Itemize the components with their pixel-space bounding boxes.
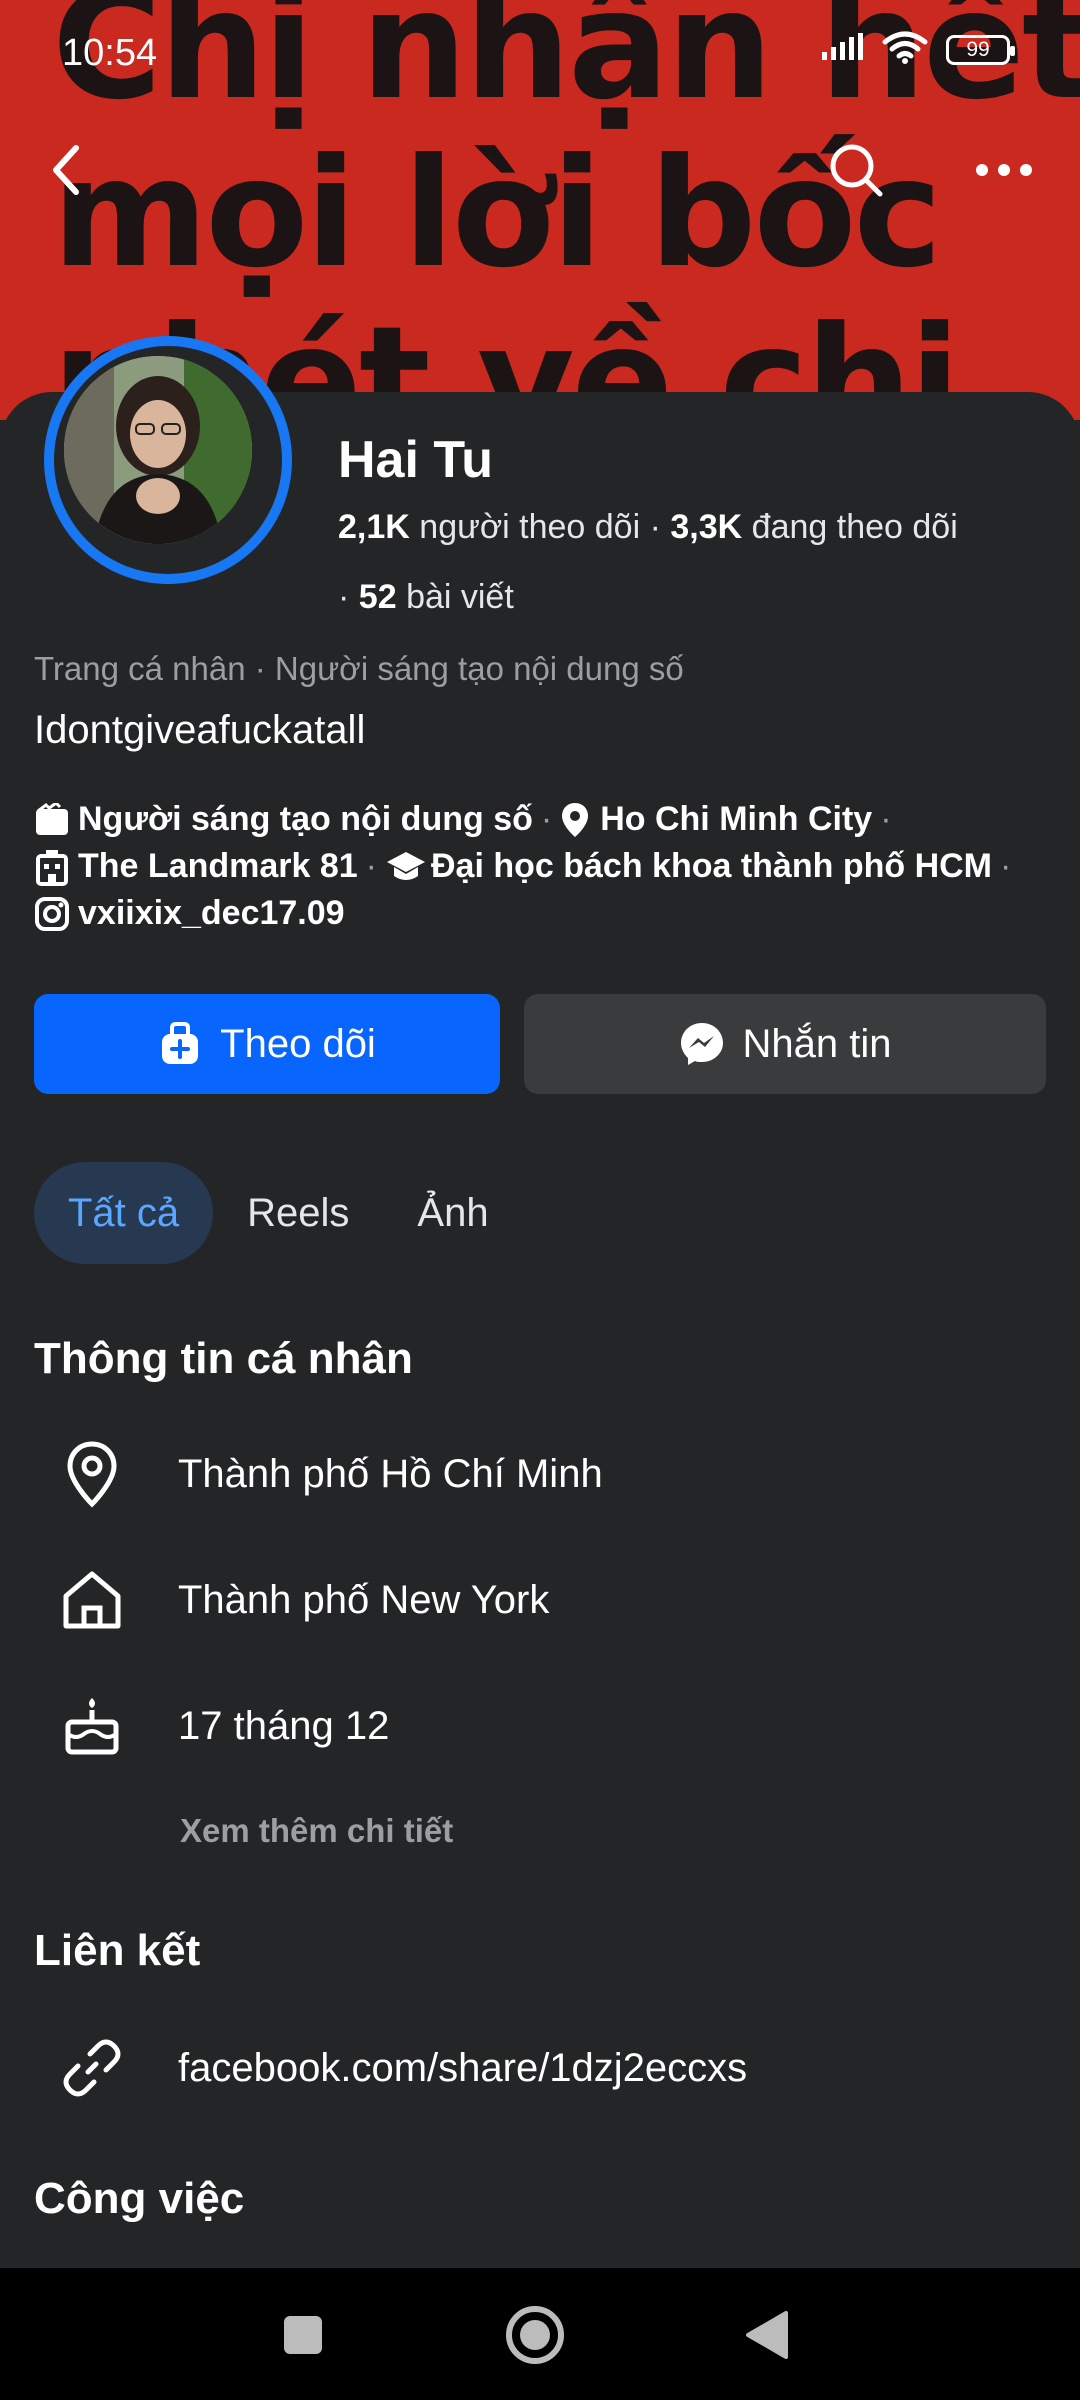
location-pin-icon	[56, 1438, 128, 1510]
followers-count[interactable]: 2,1K	[338, 508, 410, 546]
search-button[interactable]	[816, 130, 896, 210]
home-button[interactable]	[490, 2290, 580, 2380]
following-count[interactable]: 3,3K	[670, 508, 742, 546]
back-nav-button[interactable]	[722, 2290, 812, 2380]
posts-count: 52	[358, 578, 397, 616]
tab-reels[interactable]: Reels	[213, 1162, 383, 1264]
home-circle-icon	[506, 2306, 564, 2364]
back-button[interactable]	[26, 130, 106, 210]
follow-label: Theo dõi	[220, 1021, 376, 1066]
birthday-cake-icon	[56, 1690, 128, 1762]
detail-instagram[interactable]: vxiixix_dec17.09	[78, 890, 345, 937]
location-pin-icon	[560, 800, 600, 840]
follow-stats: 2,1K người theo dõi · 3,3K đang theo dõi	[338, 508, 958, 546]
avatar[interactable]	[44, 336, 292, 584]
recents-button[interactable]	[258, 2290, 348, 2380]
top-nav	[0, 130, 1080, 210]
instagram-icon	[34, 894, 78, 934]
more-options-button[interactable]	[964, 130, 1044, 210]
profile-photo	[64, 356, 252, 544]
followers-label[interactable]: người theo dõi	[419, 508, 640, 546]
info-row-link[interactable]: facebook.com/share/1dzj2eccxs	[56, 2032, 747, 2104]
message-button[interactable]: Nhắn tin	[524, 994, 1046, 1094]
detail-city[interactable]: Ho Chi Minh City	[600, 796, 872, 843]
system-nav-bar	[0, 2268, 1080, 2400]
profile-name: Hai Tu	[338, 431, 494, 489]
posts-label: bài viết	[406, 578, 514, 616]
see-more-details-link[interactable]: Xem thêm chi tiết	[180, 1812, 453, 1850]
info-row-current-city[interactable]: Thành phố Hồ Chí Minh	[56, 1438, 603, 1510]
link-icon	[56, 2032, 128, 2104]
home-icon	[56, 1564, 128, 1636]
more-dots-icon	[976, 164, 1032, 176]
tab-photos[interactable]: Ảnh	[383, 1162, 522, 1264]
back-arrow-icon	[53, 145, 79, 195]
profile-details: Người sáng tạo nội dung số · Ho Chi Minh…	[34, 796, 1019, 937]
links-title: Liên kết	[34, 1926, 201, 1975]
follow-icon	[162, 1022, 199, 1064]
wifi-icon	[882, 30, 928, 69]
building-icon	[34, 847, 78, 887]
posts-stats: · 52 bài viết	[338, 578, 514, 616]
status-bar: 10:54 99	[0, 0, 1080, 100]
battery-icon: 99	[946, 34, 1015, 65]
info-text: Thành phố Hồ Chí Minh	[178, 1451, 603, 1496]
follow-button[interactable]: Theo dõi	[34, 994, 500, 1094]
signal-icon	[820, 32, 864, 67]
work-title: Công việc	[34, 2174, 245, 2223]
status-time: 10:54	[62, 32, 158, 74]
following-label[interactable]: đang theo dõi	[752, 508, 958, 546]
info-text: 17 tháng 12	[178, 1703, 390, 1748]
detail-workplace[interactable]: The Landmark 81	[78, 843, 358, 890]
recents-icon	[284, 2316, 322, 2354]
link-url[interactable]: facebook.com/share/1dzj2eccxs	[178, 2046, 747, 2091]
search-icon	[830, 144, 883, 197]
tab-all[interactable]: Tất cả	[34, 1162, 214, 1264]
profile-subtitle: Trang cá nhân · Người sáng tạo nội dung …	[34, 650, 684, 687]
info-row-hometown[interactable]: Thành phố New York	[56, 1564, 549, 1636]
battery-level: 99	[966, 37, 990, 61]
messenger-icon	[680, 1023, 723, 1065]
info-row-birthday[interactable]: 17 tháng 12	[56, 1690, 389, 1762]
personal-info-title: Thông tin cá nhân	[34, 1334, 413, 1383]
clapperboard-icon	[34, 800, 78, 840]
graduation-cap-icon	[385, 847, 431, 887]
status-icons: 99	[820, 30, 1015, 69]
message-label: Nhắn tin	[742, 1021, 892, 1066]
profile-tabs: Tất cả Reels Ảnh	[34, 1162, 523, 1264]
back-triangle-icon	[746, 2311, 788, 2359]
detail-school[interactable]: Đại học bách khoa thành phố HCM	[431, 843, 992, 890]
detail-category: Người sáng tạo nội dung số	[78, 800, 533, 838]
profile-bio: Idontgiveafuckatall	[34, 708, 366, 752]
info-text: Thành phố New York	[178, 1577, 550, 1622]
